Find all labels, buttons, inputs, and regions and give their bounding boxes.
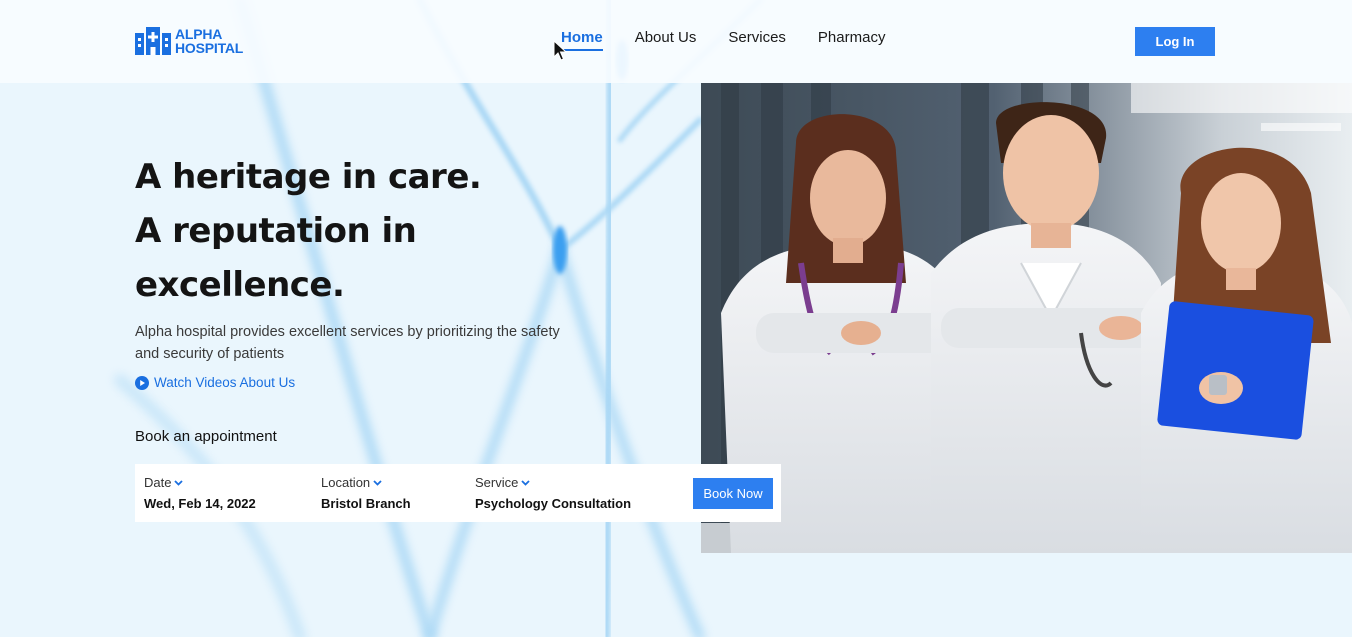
nav-about-us[interactable]: About Us: [635, 29, 697, 51]
login-button[interactable]: Log In: [1135, 27, 1215, 56]
hospital-logo-icon: [135, 27, 171, 55]
booking-heading: Book an appointment: [135, 428, 277, 445]
play-circle-icon: [135, 375, 149, 390]
hero-title-line-1: A heritage in care.: [135, 157, 482, 197]
date-value: Wed, Feb 14, 2022: [144, 496, 256, 511]
mouse-cursor-icon: [553, 40, 567, 61]
watch-videos-label: Watch Videos About Us: [154, 375, 296, 390]
nav-home[interactable]: Home: [561, 29, 603, 51]
site-header: ALPHA HOSPITAL Home About Us Services Ph…: [0, 0, 1352, 83]
date-label-row: Date: [144, 475, 256, 490]
brand-name-line1: ALPHA: [175, 26, 223, 42]
nav-services[interactable]: Services: [728, 29, 786, 51]
service-field[interactable]: Service Psychology Consultation: [475, 475, 631, 511]
service-label: Service: [475, 475, 519, 490]
location-field[interactable]: Location Bristol Branch: [321, 475, 411, 511]
service-label-row: Service: [475, 475, 631, 490]
date-label: Date: [144, 475, 172, 490]
book-now-button[interactable]: Book Now: [693, 478, 773, 509]
main-nav: Home About Us Services Pharmacy: [561, 29, 917, 51]
hero-title-line-2: A reputation in: [135, 211, 417, 251]
location-value: Bristol Branch: [321, 496, 411, 511]
chevron-down-icon: [373, 479, 382, 486]
hero-description: Alpha hospital provides excellent servic…: [135, 324, 560, 362]
chevron-down-icon: [521, 479, 530, 486]
brand-name-line2: HOSPITAL: [175, 40, 244, 56]
location-label: Location: [321, 475, 371, 490]
hero-title-line-3: excellence.: [135, 265, 345, 305]
date-field[interactable]: Date Wed, Feb 14, 2022: [144, 475, 256, 511]
watch-videos-link[interactable]: Watch Videos About Us: [135, 375, 295, 390]
nav-pharmacy[interactable]: Pharmacy: [818, 29, 886, 51]
brand-logo[interactable]: ALPHA HOSPITAL: [135, 27, 243, 55]
brand-name: ALPHA HOSPITAL: [175, 27, 243, 55]
chevron-down-icon: [174, 479, 184, 486]
appointment-form: Date Wed, Feb 14, 2022 Location Bristol …: [135, 464, 781, 522]
service-value: Psychology Consultation: [475, 496, 632, 511]
medical-team-photo: [701, 83, 1352, 553]
hero-title: A heritage in care. A reputation in exce…: [135, 150, 482, 312]
location-label-row: Location: [321, 475, 411, 490]
